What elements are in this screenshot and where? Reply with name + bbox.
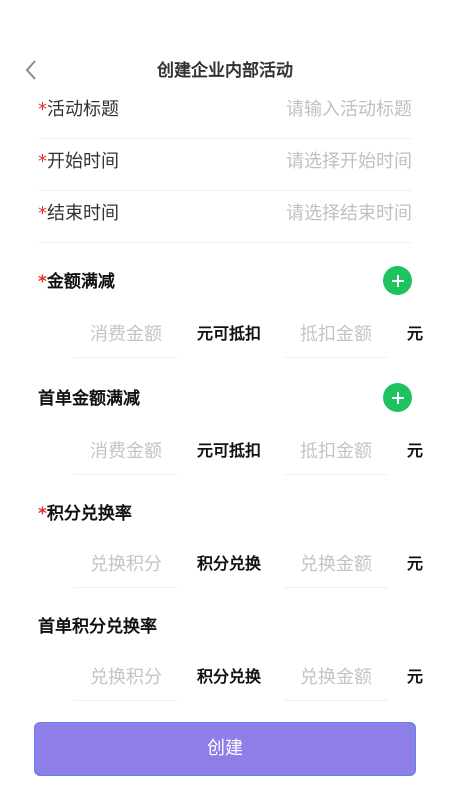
yuan-unit: 元 bbox=[407, 667, 424, 686]
page-title: 创建企业内部活动 bbox=[157, 61, 293, 81]
yuan-unit: 元 bbox=[407, 324, 424, 343]
deduct-amount-input[interactable] bbox=[284, 311, 388, 358]
first-order-discount-add-button[interactable] bbox=[383, 383, 412, 412]
yuan-unit: 元 bbox=[407, 441, 424, 460]
create-button[interactable]: 创建 bbox=[34, 722, 416, 776]
start-time-label: *开始时间 bbox=[38, 151, 119, 172]
start-time-row: *开始时间 bbox=[38, 138, 412, 191]
first-points-exchange-text: 积分兑换 bbox=[197, 667, 262, 686]
required-mark: * bbox=[38, 99, 47, 120]
plus-circle-icon bbox=[391, 274, 404, 287]
first-order-discount-title: 首单金额满减 bbox=[38, 389, 140, 409]
exchange-amount-input[interactable] bbox=[284, 541, 388, 588]
first-exchange-points-input[interactable] bbox=[74, 654, 178, 701]
plus-circle-icon bbox=[391, 391, 404, 404]
amount-discount-title: *金额满减 bbox=[38, 272, 115, 292]
required-mark: * bbox=[38, 203, 47, 224]
end-time-row: *结束时间 bbox=[38, 190, 412, 243]
activity-title-row: *活动标题 bbox=[38, 86, 412, 139]
first-exchange-amount-input[interactable] bbox=[284, 654, 388, 701]
first-spend-amount-input[interactable] bbox=[74, 428, 178, 475]
deductible-text: 元可抵扣 bbox=[197, 324, 262, 343]
required-mark: * bbox=[38, 504, 47, 524]
yuan-unit: 元 bbox=[407, 554, 424, 573]
exchange-points-input[interactable] bbox=[74, 541, 178, 588]
spend-amount-input[interactable] bbox=[74, 311, 178, 358]
first-deductible-text: 元可抵扣 bbox=[197, 441, 262, 460]
start-time-input[interactable] bbox=[212, 138, 412, 184]
required-mark: * bbox=[38, 272, 47, 292]
activity-title-input[interactable] bbox=[212, 86, 412, 132]
activity-title-label: *活动标题 bbox=[38, 99, 119, 120]
end-time-input[interactable] bbox=[212, 190, 412, 236]
end-time-label: *结束时间 bbox=[38, 203, 119, 224]
points-exchange-text: 积分兑换 bbox=[197, 554, 262, 573]
points-rate-title: *积分兑换率 bbox=[38, 504, 132, 524]
first-points-rate-title: 首单积分兑换率 bbox=[38, 617, 157, 637]
amount-discount-add-button[interactable] bbox=[383, 266, 412, 295]
required-mark: * bbox=[38, 151, 47, 172]
first-deduct-amount-input[interactable] bbox=[284, 428, 388, 475]
